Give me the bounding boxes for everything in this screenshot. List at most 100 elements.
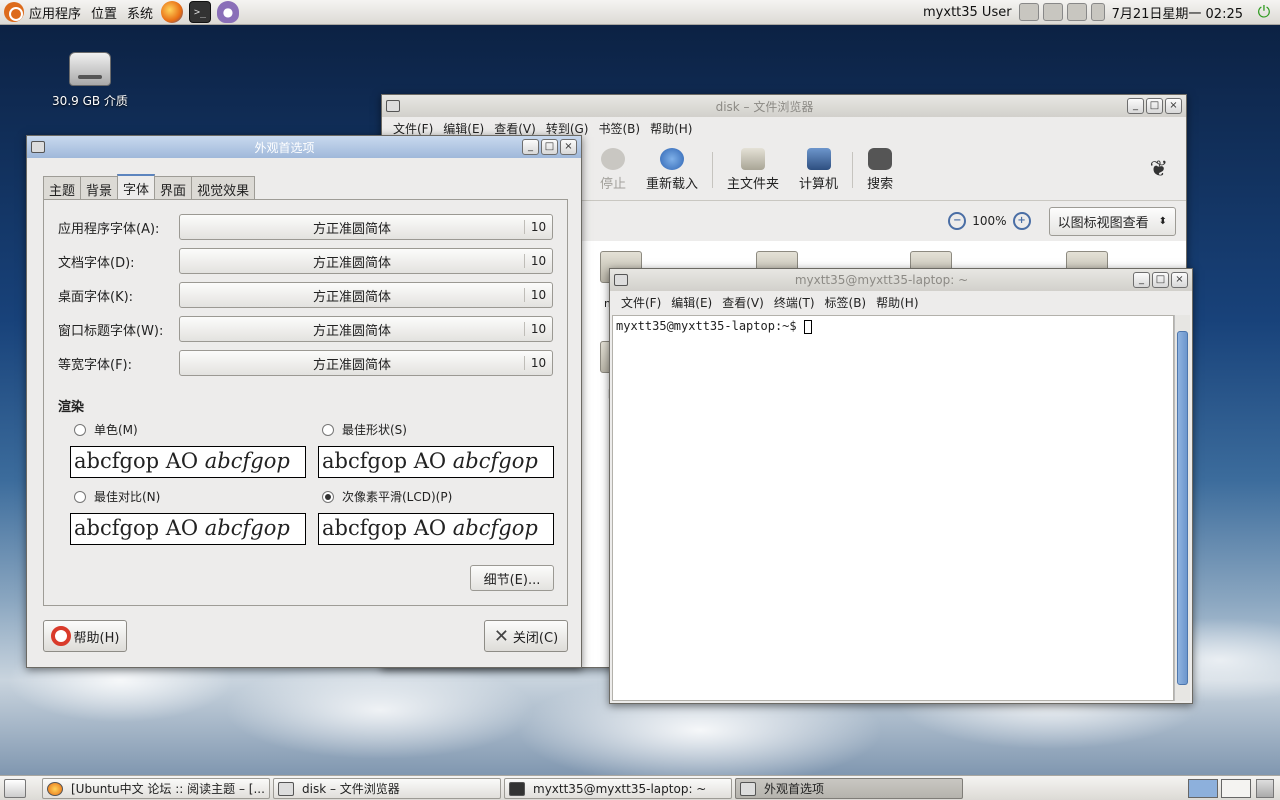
task-terminal[interactable]: myxtt35@myxtt35-laptop: ~	[504, 778, 732, 799]
computer-button[interactable]: 计算机	[799, 147, 838, 192]
sample-monochrome[interactable]: abcfgop AO abcfgop	[70, 446, 306, 478]
stop-button[interactable]: 停止	[600, 147, 626, 192]
zoom-level: 100%	[972, 214, 1007, 228]
bottom-panel: [Ubuntu中文 论坛 :: 阅读主题 – [... disk – 文件浏览器…	[0, 775, 1280, 800]
scrollbar-thumb[interactable]	[1177, 331, 1188, 685]
radio-indicator	[322, 490, 334, 503]
zoom-out-icon[interactable]: −	[948, 212, 967, 230]
document-font-button[interactable]: 方正准圆简体 10	[179, 248, 553, 274]
desktop-drive[interactable]: 30.9 GB 介质	[50, 52, 130, 109]
maximize-button[interactable]: □	[1146, 98, 1163, 114]
window-menu-icon[interactable]	[386, 100, 400, 112]
close-dialog-button[interactable]: ✕ 关闭(C)	[484, 620, 568, 652]
task-firefox[interactable]: [Ubuntu中文 论坛 :: 阅读主题 – [...	[42, 778, 270, 799]
tab-visual-effects[interactable]: 视觉效果	[191, 176, 256, 199]
terminal-icon	[509, 781, 525, 796]
places-menu[interactable]: 位置	[86, 0, 122, 25]
applications-menu[interactable]: 应用程序	[24, 0, 86, 25]
minimize-button[interactable]: _	[522, 139, 539, 155]
font-row-desktop: 桌面字体(K): 方正准圆简体 10	[58, 282, 556, 308]
menu-view[interactable]: 查看(V)	[717, 294, 769, 311]
harddrive-icon	[69, 52, 111, 86]
maximize-button[interactable]: □	[1152, 272, 1169, 288]
rendering-title: 渲染	[58, 400, 85, 415]
terminal-scrollbar[interactable]	[1174, 315, 1190, 701]
menu-tabs[interactable]: 标签(B)	[820, 294, 872, 311]
maximize-button[interactable]: □	[541, 139, 558, 155]
menu-view[interactable]: 查看(V)	[489, 120, 541, 137]
system-menu[interactable]: 系统	[122, 0, 158, 25]
application-font-button[interactable]: 方正准圆简体 10	[179, 214, 553, 240]
firefox-icon	[47, 781, 63, 796]
terminal-titlebar[interactable]: myxtt35@myxtt35-laptop: ~ _ □ ×	[610, 269, 1192, 291]
radio-subpixel[interactable]: 次像素平滑(LCD)(P)	[322, 488, 452, 505]
window-menu-icon[interactable]	[31, 141, 45, 153]
window-title: disk – 文件浏览器	[715, 99, 814, 114]
menu-file[interactable]: 文件(F)	[388, 120, 438, 137]
home-button[interactable]: 主文件夹	[727, 147, 779, 192]
volume-tray-icon[interactable]	[1090, 3, 1105, 21]
tab-fonts[interactable]: 字体	[117, 174, 156, 200]
window-title: 外观首选项	[254, 140, 315, 155]
shell-prompt: myxtt35@myxtt35-laptop:~$	[616, 319, 804, 333]
trash-icon[interactable]	[1256, 779, 1274, 798]
menu-bookmarks[interactable]: 书签(B)	[593, 120, 645, 137]
tab-theme[interactable]: 主题	[43, 176, 82, 199]
tab-background[interactable]: 背景	[80, 176, 119, 199]
menu-edit[interactable]: 编辑(E)	[666, 294, 717, 311]
radio-best-shapes[interactable]: 最佳形状(S)	[322, 421, 407, 438]
menu-help[interactable]: 帮助(H)	[645, 120, 697, 137]
menu-help[interactable]: 帮助(H)	[871, 294, 923, 311]
menu-file[interactable]: 文件(F)	[616, 294, 666, 311]
logout-icon[interactable]: ⏻	[1254, 2, 1274, 22]
show-desktop-icon[interactable]	[4, 779, 26, 798]
zoom-in-icon[interactable]: +	[1012, 212, 1031, 230]
network-tray-icon[interactable]	[1018, 3, 1039, 21]
monospace-font-button[interactable]: 方正准圆简体 10	[179, 350, 553, 376]
drive-label: 30.9 GB 介质	[52, 94, 128, 108]
sample-best-shapes[interactable]: abcfgop AO abcfgop	[318, 446, 554, 478]
appearance-icon	[740, 781, 756, 796]
firefox-launcher-icon[interactable]	[161, 1, 184, 23]
clock[interactable]: 7月21日星期一 02:25	[1107, 0, 1248, 25]
radio-indicator	[322, 423, 334, 436]
terminal-window-icon[interactable]	[614, 274, 628, 286]
terminal-output[interactable]: myxtt35@myxtt35-laptop:~$	[612, 315, 1174, 701]
sample-best-contrast[interactable]: abcfgop AO abcfgop	[70, 513, 306, 545]
workspace-2[interactable]	[1221, 779, 1251, 798]
printer-tray-icon[interactable]	[1042, 3, 1063, 21]
close-button[interactable]: ×	[560, 139, 577, 155]
file-browser-titlebar[interactable]: disk – 文件浏览器 _ □ ×	[382, 95, 1186, 117]
menu-go[interactable]: 转到(G)	[541, 120, 594, 137]
window-title-font-button[interactable]: 方正准圆简体 10	[179, 316, 553, 342]
desktop-font-button[interactable]: 方正准圆简体 10	[179, 282, 553, 308]
help-button[interactable]: 帮助(H)	[43, 620, 127, 652]
close-button[interactable]: ×	[1165, 98, 1182, 114]
radio-monochrome[interactable]: 单色(M)	[74, 421, 138, 438]
radio-best-contrast[interactable]: 最佳对比(N)	[74, 488, 160, 505]
pidgin-launcher-icon[interactable]: ●	[217, 1, 240, 23]
sample-subpixel[interactable]: abcfgop AO abcfgop	[318, 513, 554, 545]
display-tray-icon[interactable]	[1066, 3, 1087, 21]
close-button[interactable]: ×	[1171, 272, 1188, 288]
user-name[interactable]: myxtt35 User	[918, 0, 1017, 25]
task-file-browser[interactable]: disk – 文件浏览器	[273, 778, 501, 799]
task-appearance[interactable]: 外观首选项	[735, 778, 963, 799]
reload-button[interactable]: 重新载入	[646, 147, 698, 192]
view-mode-select[interactable]: 以图标视图查看 ⬍	[1048, 206, 1176, 236]
minimize-button[interactable]: _	[1133, 272, 1150, 288]
lifebuoy-icon	[50, 626, 71, 646]
workspace-1[interactable]	[1188, 779, 1218, 798]
terminal-launcher-icon[interactable]: >_	[189, 1, 212, 23]
appearance-titlebar[interactable]: 外观首选项 _ □ ×	[27, 136, 581, 158]
menu-edit[interactable]: 编辑(E)	[438, 120, 489, 137]
search-button[interactable]: 搜索	[867, 147, 893, 192]
font-row-monospace: 等宽字体(F): 方正准圆简体 10	[58, 350, 556, 376]
ubuntu-logo-icon[interactable]	[4, 2, 24, 22]
minimize-button[interactable]: _	[1127, 98, 1144, 114]
menu-terminal[interactable]: 终端(T)	[769, 294, 820, 311]
font-row-document: 文档字体(D): 方正准圆简体 10	[58, 248, 556, 274]
terminal-menubar: 文件(F) 编辑(E) 查看(V) 终端(T) 标签(B) 帮助(H)	[610, 291, 1192, 313]
details-button[interactable]: 细节(E)...	[470, 565, 554, 591]
tab-interface[interactable]: 界面	[154, 176, 193, 199]
